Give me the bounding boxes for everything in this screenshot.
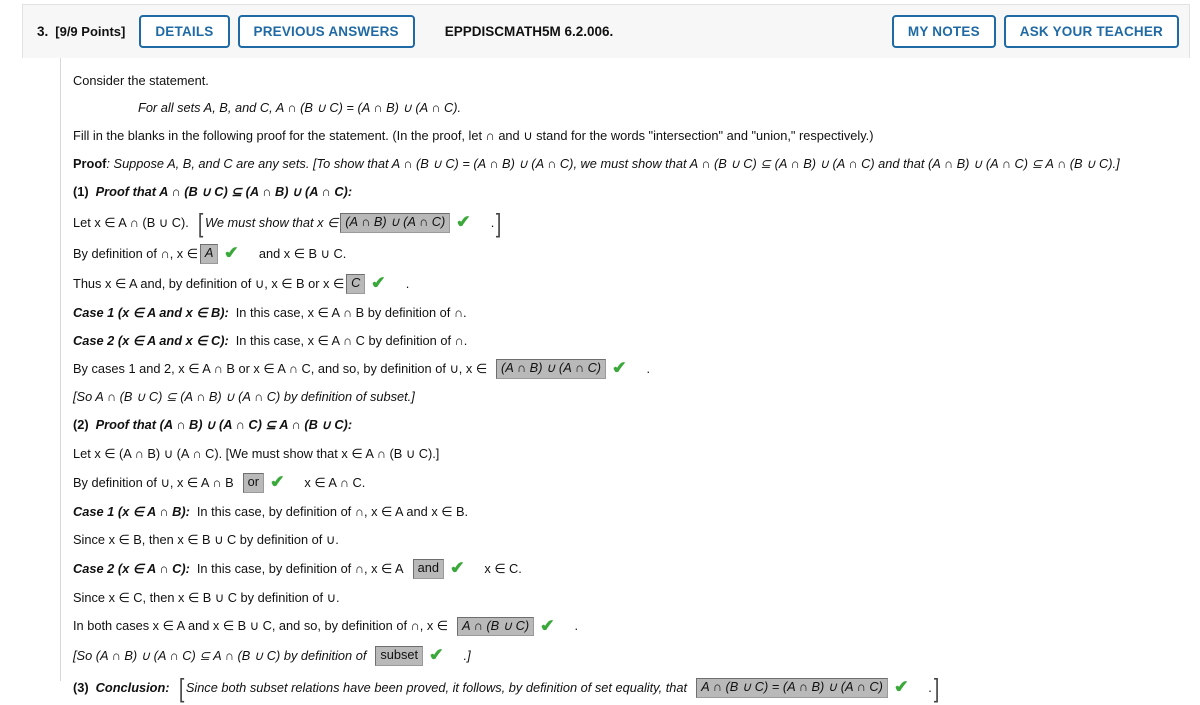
check-icon-2: ✔ — [223, 244, 241, 263]
part1-heading: Proof that A ∩ (B ∪ C) ⊆ (A ∩ B) ∪ (A ∩ … — [95, 184, 353, 200]
answer-box-2[interactable]: A — [199, 244, 219, 264]
part1-case2-line: Case 2 (x ∈ A and x ∈ C): In this case, x… — [73, 327, 1190, 355]
question-code: EPPDISCMATH5M 6.2.006. — [444, 24, 614, 39]
right-bracket-icon: ] — [496, 207, 502, 238]
part1-bycases-pre: By cases 1 and 2, x ∈ A ∩ B or x ∈ A ∩ C… — [73, 360, 488, 376]
part1-def-inter-pre: By definition of ∩, x ∈ — [73, 245, 198, 261]
points-badge: [9/9 Points] — [55, 24, 126, 39]
details-button[interactable]: DETAILS — [139, 15, 230, 48]
part1-thus-line: Thus x ∈ A and, by definition of ∪, x ∈ … — [73, 269, 1190, 299]
part2-def-union-pre: By definition of ∪, x ∈ A ∩ B — [73, 474, 234, 490]
part2-def-union-line: By definition of ∪, x ∈ A ∩ B or ✔ x ∈ A… — [73, 468, 1190, 498]
question-body: Consider the statement. For all sets A, … — [60, 58, 1190, 701]
part3-label: Conclusion: — [95, 679, 170, 695]
answer-box-3[interactable]: C — [346, 274, 366, 294]
part2-case1-line: Case 1 (x ∈ A ∩ B): In this case, by defi… — [73, 498, 1190, 526]
part2-both-pre: In both cases x ∈ A and x ∈ B ∪ C, and s… — [73, 618, 448, 634]
part1-case2-label: Case 2 (x ∈ A and x ∈ C): — [73, 332, 229, 348]
proof-label: Proof — [73, 155, 107, 171]
check-icon-7: ✔ — [539, 616, 557, 636]
part2-let-text: Let x ∈ (A ∩ B) ∪ (A ∩ C). [We must show… — [73, 445, 440, 461]
part1-must-show-period: . — [490, 214, 495, 230]
part2-both-post: . — [574, 618, 579, 634]
part2-case2-post: x ∈ C. — [484, 560, 522, 576]
part2-so-post: .] — [463, 647, 471, 663]
part1-so-line: [So A ∩ (B ∪ C) ⊆ (A ∩ B) ∪ (A ∩ C) by d… — [73, 383, 1190, 411]
intro-text: Consider the statement. — [73, 72, 209, 88]
part1-case1-text: In this case, x ∈ A ∩ B by definition of… — [235, 304, 467, 320]
check-icon-5: ✔ — [268, 473, 287, 492]
part2-since1-text: Since x ∈ B, then x ∈ B ∪ C by definitio… — [73, 531, 339, 547]
part2-case2-label: Case 2 (x ∈ A ∩ C): — [73, 560, 190, 576]
part1-heading-line: (1) Proof that A ∩ (B ∪ C) ⊆ (A ∩ B) ∪ (A… — [73, 178, 1190, 207]
header-actions: MY NOTES ASK YOUR TEACHER — [891, 15, 1179, 48]
part3-number: (3) — [73, 679, 89, 695]
answer-box-4[interactable]: (A ∩ B) ∪ (A ∩ C) — [496, 359, 607, 379]
part1-def-inter-post: and x ∈ B ∪ C. — [258, 245, 347, 261]
part2-case1-text: In this case, by definition of ∩, x ∈ A … — [196, 503, 469, 519]
check-icon-8: ✔ — [428, 646, 446, 665]
part3-text-pre: Since both subset relations have been pr… — [185, 679, 688, 695]
part2-so-line: [So (A ∩ B) ∪ (A ∩ C) ⊆ A ∩ (B ∪ C) by d… — [73, 641, 1190, 671]
left-bracket-icon: [ — [197, 207, 204, 238]
part2-heading: Proof that (A ∩ B) ∪ (A ∩ C) ⊆ A ∩ (B ∪ … — [95, 417, 353, 433]
part1-case1-line: Case 1 (x ∈ A and x ∈ B): In this case, x… — [73, 299, 1190, 327]
part1-bycases-post: . — [646, 360, 651, 376]
check-icon-9: ✔ — [892, 678, 911, 697]
answer-box-9[interactable]: A ∩ (B ∪ C) = (A ∩ B) ∪ (A ∩ C) — [696, 678, 888, 698]
check-icon-3: ✔ — [370, 274, 388, 293]
part1-number: (1) — [73, 184, 89, 200]
part2-since2-text: Since x ∈ C, then x ∈ B ∪ C by definitio… — [73, 589, 340, 605]
part1-let-text: Let x ∈ A ∩ (B ∪ C). — [73, 214, 189, 230]
intro-line: Consider the statement. — [73, 68, 1190, 94]
instructions-text: Fill in the blanks in the following proo… — [73, 127, 874, 143]
part3-text-post: . — [928, 679, 932, 695]
part1-so-text: [So A ∩ (B ∪ C) ⊆ (A ∩ B) ∪ (A ∩ C) by d… — [73, 388, 415, 404]
statement-line: For all sets A, B, and C, A ∩ (B ∪ C) = … — [73, 94, 1190, 122]
part2-case2-line: Case 2 (x ∈ A ∩ C): In this case, by defi… — [73, 554, 1190, 584]
answer-box-8[interactable]: subset — [375, 646, 424, 666]
question-header: 3. [9/9 Points] DETAILS PREVIOUS ANSWERS… — [22, 4, 1190, 58]
part2-number: (2) — [73, 417, 89, 433]
part2-since2-line: Since x ∈ C, then x ∈ B ∪ C by definitio… — [73, 584, 1190, 612]
check-icon-4: ✔ — [611, 359, 629, 378]
part1-thus-pre: Thus x ∈ A and, by definition of ∪, x ∈ … — [73, 275, 345, 291]
part1-let-line: Let x ∈ A ∩ (B ∪ C). [ We must show that… — [73, 207, 1190, 239]
part3-conclusion-line: (3) Conclusion: [ Since both subset relat… — [73, 671, 1190, 705]
part1-case1-label: Case 1 (x ∈ A and x ∈ B): — [73, 304, 229, 320]
part2-case2-text: In this case, by definition of ∩, x ∈ A — [196, 560, 404, 576]
instructions-line: Fill in the blanks in the following proo… — [73, 122, 1190, 150]
part1-def-inter-line: By definition of ∩, x ∈ A ✔ and x ∈ B ∪ … — [73, 239, 1190, 269]
part2-both-line: In both cases x ∈ A and x ∈ B ∪ C, and s… — [73, 612, 1190, 641]
part1-thus-post: . — [405, 275, 410, 291]
part1-must-show-text: We must show that x ∈ — [205, 214, 339, 230]
part2-heading-line: (2) Proof that (A ∩ B) ∪ (A ∩ C) ⊆ A ∩ (B… — [73, 411, 1190, 440]
answer-box-6[interactable]: and — [412, 559, 444, 579]
check-icon-1: ✔ — [455, 213, 473, 232]
part1-case2-text: In this case, x ∈ A ∩ C by definition of… — [235, 332, 468, 348]
answer-box-1[interactable]: (A ∩ B) ∪ (A ∩ C) — [340, 213, 451, 233]
part2-def-union-post: x ∈ A ∩ C. — [304, 474, 366, 490]
part2-let-line: Let x ∈ (A ∩ B) ∪ (A ∩ C). [We must show… — [73, 440, 1190, 468]
part2-so-pre: [So (A ∩ B) ∪ (A ∩ C) ⊆ A ∩ (B ∪ C) by d… — [73, 647, 367, 663]
part2-since1-line: Since x ∈ B, then x ∈ B ∪ C by definitio… — [73, 526, 1190, 554]
proof-intro-text: : Suppose A, B, and C are any sets. [To … — [106, 155, 1120, 171]
bracket-group-1: [ We must show that x ∈ (A ∩ B) ∪ (A ∩ C… — [196, 207, 504, 238]
answer-box-5[interactable]: or — [242, 473, 264, 493]
statement-text: For all sets A, B, and C, A ∩ (B ∪ C) = … — [138, 99, 462, 115]
ask-your-teacher-button[interactable]: ASK YOUR TEACHER — [1003, 15, 1179, 48]
my-notes-button[interactable]: MY NOTES — [891, 15, 996, 48]
part1-bycases-line: By cases 1 and 2, x ∈ A ∩ B or x ∈ A ∩ C… — [73, 355, 1190, 383]
check-icon-6: ✔ — [448, 559, 467, 578]
question-number: 3. — [37, 24, 49, 39]
previous-answers-button[interactable]: PREVIOUS ANSWERS — [237, 15, 415, 48]
part2-case1-label: Case 1 (x ∈ A ∩ B): — [73, 503, 190, 519]
answer-box-7[interactable]: A ∩ (B ∪ C) — [456, 616, 535, 637]
proof-intro-line: Proof: Suppose A, B, and C are any sets.… — [73, 150, 1190, 178]
